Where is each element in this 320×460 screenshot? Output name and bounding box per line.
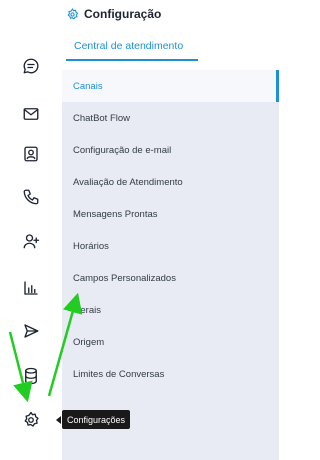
menu-item-limites-conversas[interactable]: Limites de Conversas bbox=[62, 358, 279, 390]
menu-item-horarios[interactable]: Horários bbox=[62, 230, 279, 262]
page-title: Configuração bbox=[84, 7, 162, 21]
menu-item-configuracao-email[interactable]: Configuração de e-mail bbox=[62, 134, 279, 166]
tooltip: Configurações bbox=[62, 410, 131, 429]
menu-item-avaliacao-atendimento[interactable]: Avaliação de Atendimento bbox=[62, 166, 279, 198]
menu-item-canais[interactable]: Canais bbox=[62, 70, 279, 102]
mail-icon[interactable] bbox=[20, 103, 42, 125]
database-icon[interactable] bbox=[20, 365, 42, 387]
tooltip-arrow bbox=[56, 416, 61, 424]
contact-card-icon[interactable] bbox=[20, 143, 42, 165]
menu-item-origem[interactable]: Origem bbox=[62, 326, 279, 358]
chat-icon[interactable] bbox=[20, 55, 42, 77]
tab-central-de-atendimento[interactable]: Central de atendimento bbox=[66, 40, 189, 52]
send-icon[interactable] bbox=[20, 320, 42, 342]
menu-item-mensagens-prontas[interactable]: Mensagens Prontas bbox=[62, 198, 279, 230]
panel-header: Configuração bbox=[62, 0, 279, 28]
menu-item-gerais[interactable]: Gerais bbox=[62, 294, 279, 326]
phone-icon[interactable] bbox=[20, 186, 42, 208]
left-rail bbox=[0, 0, 62, 460]
scroll-indicator bbox=[276, 70, 279, 102]
menu-item-chatbot-flow[interactable]: ChatBot Flow bbox=[62, 102, 279, 134]
menu-item-campos-personalizados[interactable]: Campos Personalizados bbox=[62, 262, 279, 294]
add-user-icon[interactable] bbox=[20, 230, 42, 252]
bar-chart-icon[interactable] bbox=[20, 277, 42, 299]
gear-icon bbox=[66, 7, 79, 21]
gear-icon[interactable] bbox=[20, 409, 42, 431]
settings-panel: Configuração Central de atendimento Cana… bbox=[62, 0, 279, 460]
active-tab-underline bbox=[66, 59, 198, 61]
tab-bar: Central de atendimento bbox=[62, 28, 279, 70]
